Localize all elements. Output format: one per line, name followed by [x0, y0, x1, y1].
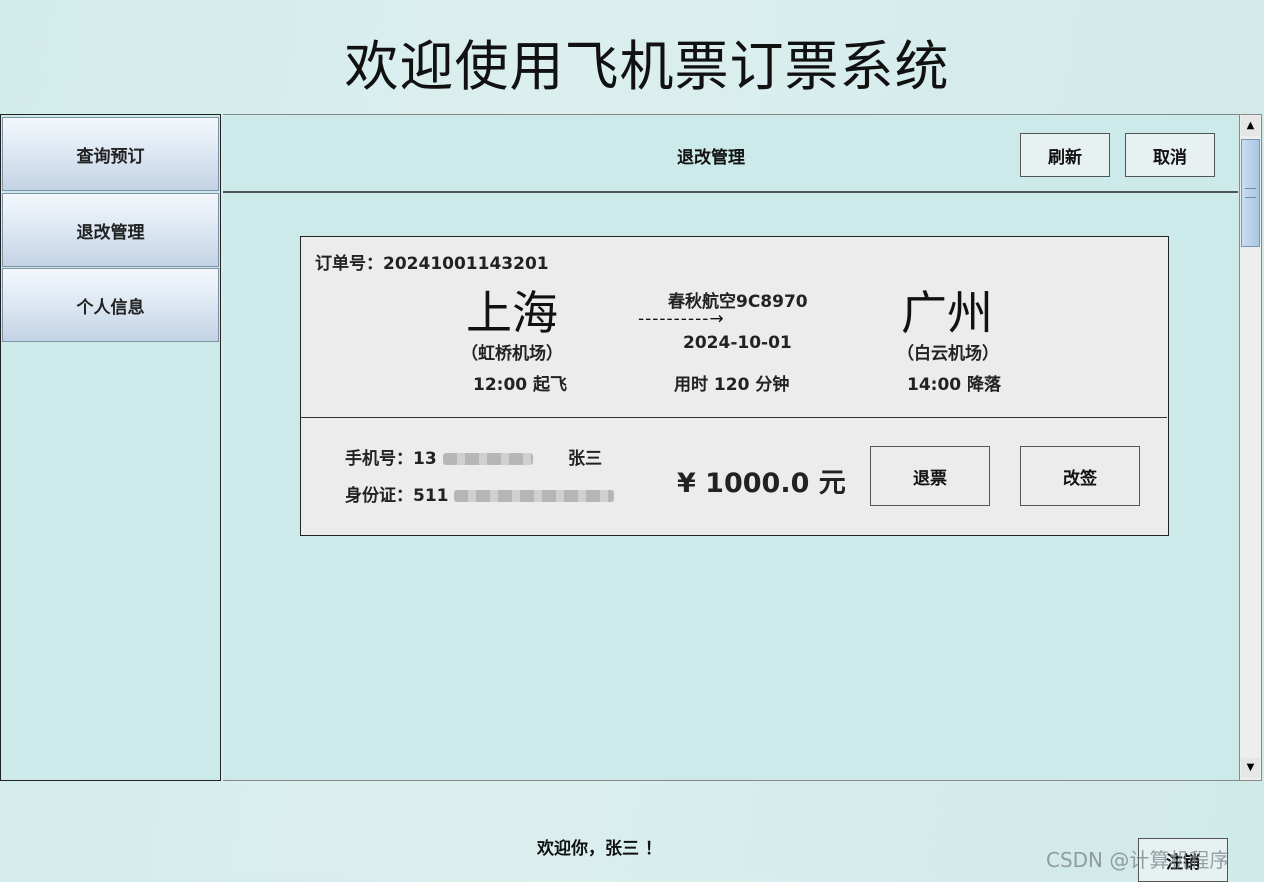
- ticket-divider: [301, 417, 1167, 418]
- scroll-thumb[interactable]: [1241, 139, 1260, 247]
- passenger-name: 张三: [568, 449, 602, 469]
- sidebar-item-refund-change[interactable]: 退改管理: [2, 193, 219, 267]
- ticket-card: 订单号：20241001143201 上海 （虹桥机场） 12:00 起飞 春秋…: [300, 236, 1169, 536]
- vertical-scrollbar[interactable]: ▲ ▼: [1239, 114, 1262, 781]
- sidebar-item-personal-info[interactable]: 个人信息: [2, 268, 219, 342]
- phone-redacted: [442, 453, 533, 465]
- scroll-down-arrow-icon[interactable]: ▼: [1241, 758, 1260, 778]
- id-redacted: [454, 490, 615, 502]
- flight-date: 2024-10-01: [683, 333, 792, 353]
- toolbar: 退改管理 刷新 取消: [223, 115, 1238, 193]
- id-value: 511: [413, 486, 449, 506]
- sidebar: 查询预订 退改管理 个人信息: [0, 114, 221, 781]
- flight-duration: 用时 120 分钟: [674, 375, 790, 395]
- scroll-up-arrow-icon[interactable]: ▲: [1241, 116, 1260, 136]
- app-title: 欢迎使用飞机票订票系统: [344, 35, 950, 98]
- grip-icon: [1245, 188, 1256, 198]
- phone-value: 13: [413, 449, 437, 469]
- order-number-value: 20241001143201: [383, 254, 549, 274]
- departure-city: 上海: [466, 286, 558, 340]
- price: ¥ 1000.0 元: [677, 468, 846, 499]
- order-number-label: 订单号：: [315, 254, 383, 274]
- phone-row: 手机号：13: [345, 444, 533, 469]
- arrival-city: 广州: [901, 286, 993, 340]
- arrival-airport: （白云机场）: [897, 344, 999, 364]
- change-ticket-button[interactable]: 改签: [1020, 446, 1140, 506]
- arrival-time: 14:00 降落: [907, 375, 1002, 395]
- refund-button[interactable]: 退票: [870, 446, 990, 506]
- watermark: CSDN @计算机程序: [1046, 848, 1230, 872]
- flight-arrow-icon: ----------→: [638, 309, 725, 329]
- sidebar-item-query-booking[interactable]: 查询预订: [2, 117, 219, 191]
- order-number: 订单号：20241001143201: [315, 249, 549, 274]
- phone-label: 手机号：: [345, 449, 413, 469]
- id-row: 身份证：511: [345, 481, 615, 506]
- id-label: 身份证：: [345, 486, 413, 506]
- departure-airport: （虹桥机场）: [461, 344, 563, 364]
- welcome-message: 欢迎你，张三 ！: [537, 839, 662, 859]
- departure-time: 12:00 起飞: [473, 375, 568, 395]
- cancel-button[interactable]: 取消: [1125, 133, 1215, 177]
- refresh-button[interactable]: 刷新: [1020, 133, 1110, 177]
